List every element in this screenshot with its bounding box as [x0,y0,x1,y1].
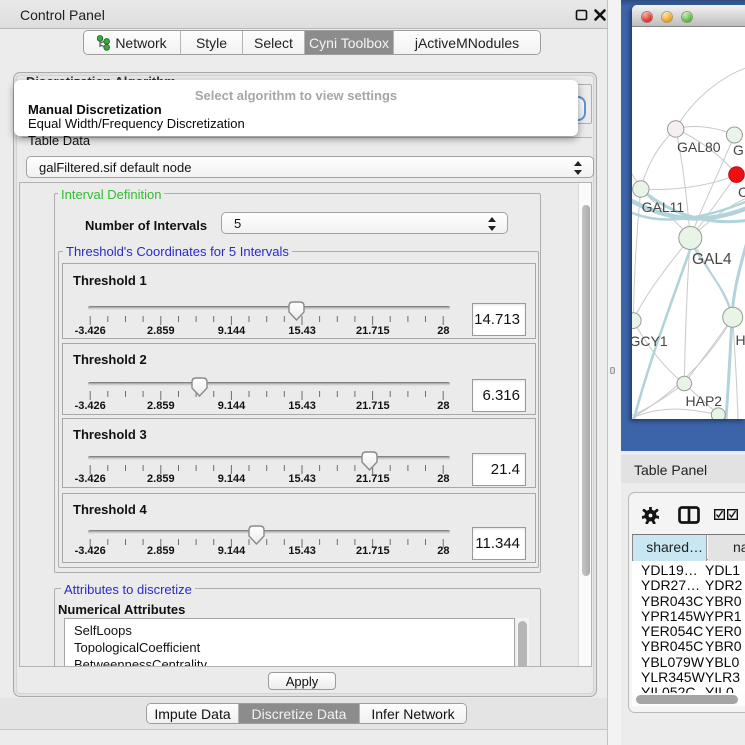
svg-text:H: H [736,332,745,348]
svg-text:HAP2: HAP2 [686,393,723,409]
svg-text:C: C [738,184,745,200]
svg-text:G.: G. [733,142,745,158]
svg-text:GAL80: GAL80 [677,139,721,155]
svg-text:GCY1: GCY1 [632,333,668,349]
svg-text:GAL11: GAL11 [642,199,685,215]
svg-text:GAL4: GAL4 [692,251,732,268]
